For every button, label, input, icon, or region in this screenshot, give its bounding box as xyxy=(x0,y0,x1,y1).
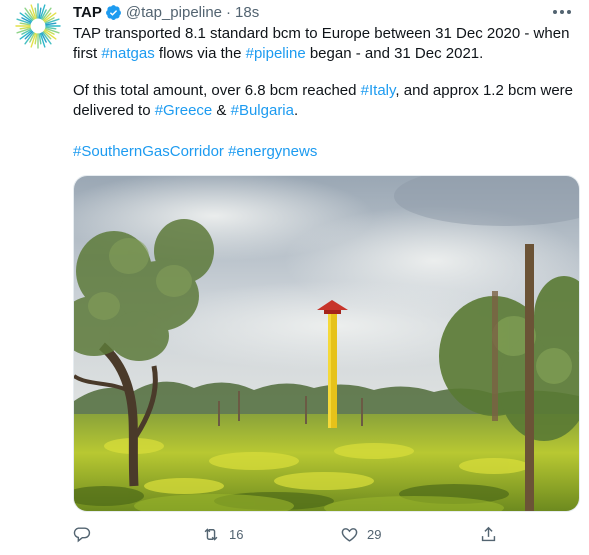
text-segment: first xyxy=(73,45,102,62)
timestamp[interactable]: 18s xyxy=(235,4,259,21)
retweet-icon xyxy=(194,520,228,548)
text-segment: , and approx 1.2 bcm were xyxy=(395,82,574,99)
tweet-header: TAP @tap_pipeline · 18s xyxy=(73,2,259,22)
tweet-text-paragraph-2: Of this total amount, over 6.8 bcm reach… xyxy=(73,81,583,121)
text-line: Of this total amount, over 6.8 bcm reach… xyxy=(73,81,583,101)
hashtag-link[interactable]: #energynews xyxy=(228,143,317,160)
share-icon xyxy=(471,520,505,548)
text-segment: delivered to xyxy=(73,102,155,119)
heart-icon xyxy=(332,520,366,548)
tweet-actions: 16 29 xyxy=(64,520,576,548)
text-line: delivered to #Greece & #Bulgaria. xyxy=(73,101,583,121)
retweet-button[interactable]: 16 xyxy=(194,520,243,548)
like-count: 29 xyxy=(367,526,382,542)
separator-dot: · xyxy=(226,3,232,21)
tap-logo-icon xyxy=(15,3,61,49)
hashtag-link[interactable]: #SouthernGasCorridor xyxy=(73,143,224,160)
tweet-photo[interactable] xyxy=(73,175,580,512)
text-line: #SouthernGasCorridor #energynews xyxy=(73,142,583,162)
reply-icon xyxy=(64,520,98,548)
avatar[interactable] xyxy=(14,2,62,50)
hashtag-link[interactable]: #Bulgaria xyxy=(231,102,294,119)
text-line: TAP transported 8.1 standard bcm to Euro… xyxy=(73,24,583,44)
tweet[interactable]: TAP @tap_pipeline · 18s TAP transported … xyxy=(0,0,589,555)
share-button[interactable] xyxy=(471,520,505,548)
text-segment: flows via the xyxy=(154,45,246,62)
tweet-text-hashtags: #SouthernGasCorridor #energynews xyxy=(73,142,583,162)
hashtag-link[interactable]: #Greece xyxy=(155,102,213,119)
text-segment: TAP transported 8.1 standard bcm to Euro… xyxy=(73,25,570,42)
text-segment: began - and 31 Dec 2021. xyxy=(305,45,484,62)
verified-badge-icon xyxy=(105,4,122,21)
text-segment: Of this total amount, over 6.8 bcm reach… xyxy=(73,82,361,99)
pipeline-marker-photo xyxy=(74,176,579,511)
display-name[interactable]: TAP xyxy=(73,4,102,21)
hashtag-link[interactable]: #natgas xyxy=(101,45,154,62)
text-segment: . xyxy=(294,102,299,119)
reply-button[interactable] xyxy=(64,520,98,548)
tweet-text-paragraph-1: TAP transported 8.1 standard bcm to Euro… xyxy=(73,24,583,64)
retweet-count: 16 xyxy=(229,526,244,542)
hashtag-link[interactable]: #pipeline xyxy=(246,45,306,62)
text-line: first #natgas flows via the #pipeline be… xyxy=(73,44,583,64)
more-options-icon[interactable] xyxy=(547,2,577,22)
text-segment: & xyxy=(212,102,231,119)
like-button[interactable]: 29 xyxy=(332,520,381,548)
handle[interactable]: @tap_pipeline xyxy=(126,4,222,21)
hashtag-link[interactable]: #Italy xyxy=(361,82,396,99)
